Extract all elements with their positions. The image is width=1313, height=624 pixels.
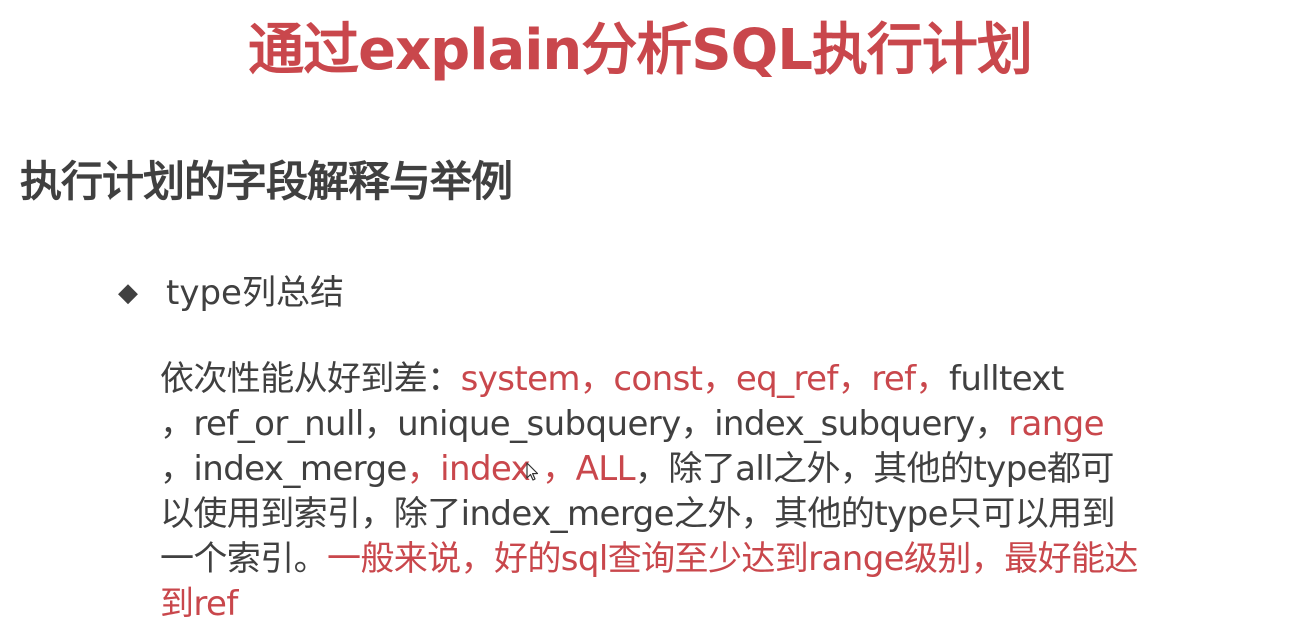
body-text-segment: 以使用到索引，除了index_merge之外，其他的type只可以用到	[160, 494, 1115, 534]
bullet-item: ◆ type列总结	[118, 267, 344, 319]
highlight-text: system，const，eq_ref，ref，	[460, 359, 950, 399]
body-text-segment: 依次性能从好到差：	[160, 359, 461, 399]
body-line: 一个索引。一般来说，好的sql查询至少达到range级别，最好能达	[160, 537, 1290, 582]
highlight-text: 一般来说，好的sql查询至少达到range级别，最好能达	[327, 539, 1138, 579]
body-text-segment: ，ref_or_null，unique_subquery，index_subqu…	[160, 404, 1009, 444]
body-text-segment: ，index_merge	[160, 449, 407, 489]
body-text-segment: fulltext	[948, 359, 1064, 399]
body-line: ，ref_or_null，unique_subquery，index_subqu…	[160, 402, 1290, 447]
body-text-segment: 一个索引。	[160, 539, 328, 579]
body-paragraph: 依次性能从好到差：system，const，eq_ref，ref，fulltex…	[160, 357, 1290, 624]
body-line: 到ref	[160, 582, 1290, 624]
body-text-segment: ，除了all之外，其他的type都可	[634, 449, 1114, 489]
diamond-bullet-icon: ◆	[118, 278, 138, 308]
highlight-text: range	[1008, 404, 1104, 444]
bullet-text: type列总结	[166, 273, 344, 313]
body-line: ，index_merge，index ，ALL，除了all之外，其他的type都可	[160, 447, 1290, 492]
body-line: 以使用到索引，除了index_merge之外，其他的type只可以用到	[160, 492, 1290, 537]
highlight-text: 到ref	[160, 584, 238, 624]
slide-title: 通过explain分析SQL执行计划	[248, 18, 1033, 83]
mouse-cursor-icon	[526, 462, 539, 481]
slide-subtitle: 执行计划的字段解释与举例	[20, 157, 513, 206]
highlight-text: ，index	[406, 449, 531, 489]
highlight-text: ，ALL	[542, 449, 635, 489]
body-line: 依次性能从好到差：system，const，eq_ref，ref，fulltex…	[160, 357, 1290, 402]
slide: 通过explain分析SQL执行计划 执行计划的字段解释与举例 ◆ type列总结…	[0, 0, 1313, 624]
